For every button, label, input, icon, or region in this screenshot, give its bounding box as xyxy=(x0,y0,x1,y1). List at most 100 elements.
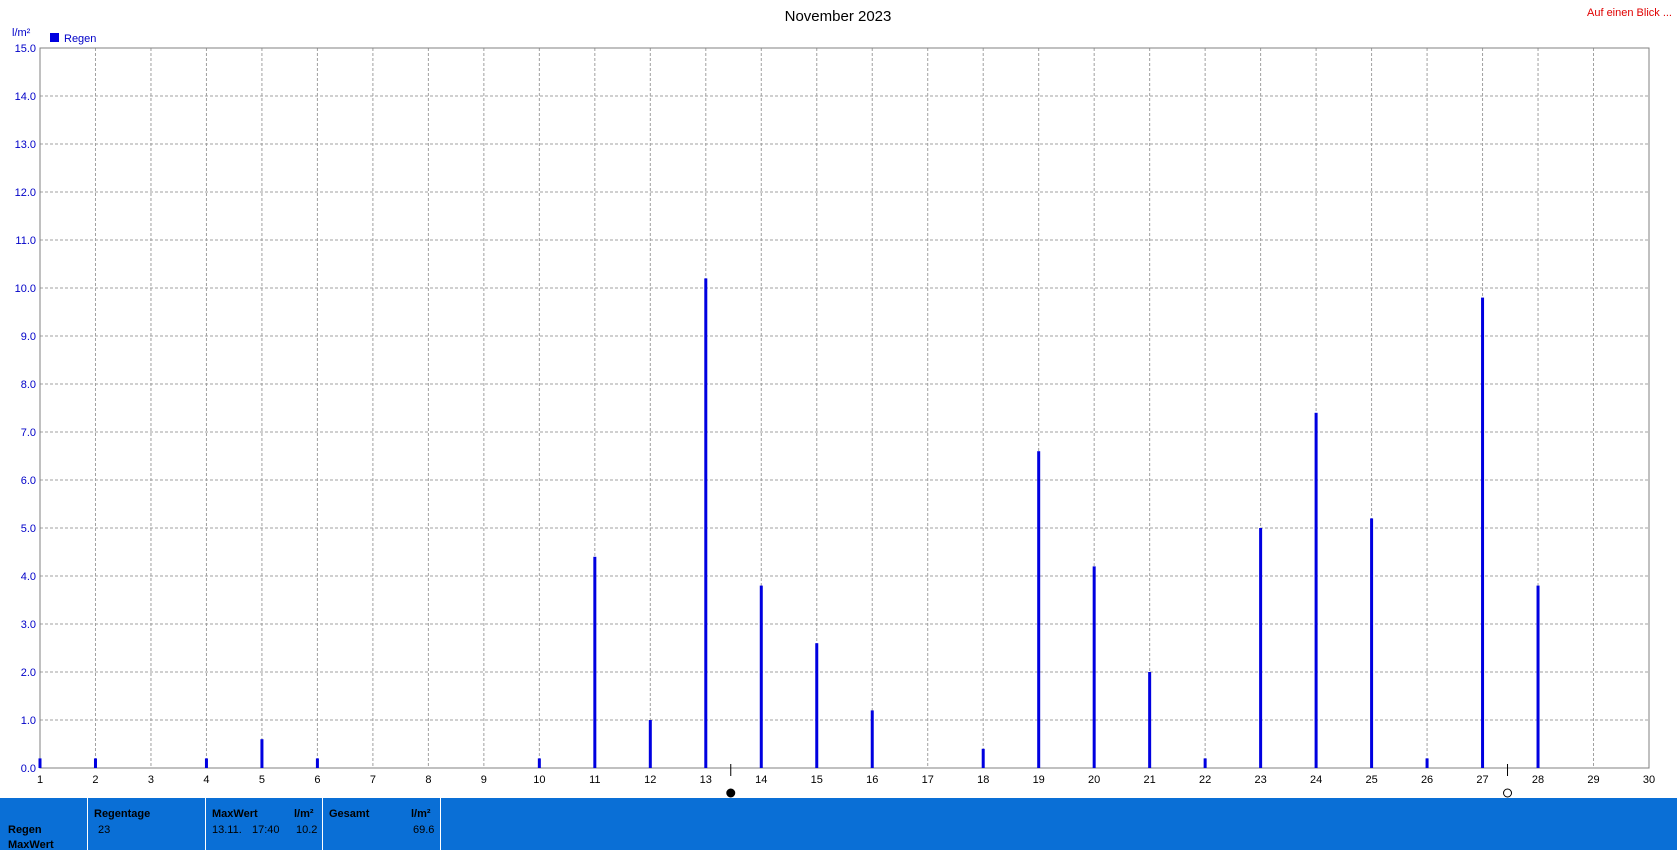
y-tick-label: 8.0 xyxy=(21,379,36,391)
maxwert-header: MaxWert xyxy=(212,808,258,820)
maxwert-unit: l/m² xyxy=(294,808,314,820)
y-tick-label: 14.0 xyxy=(15,91,36,103)
row-label-regen: Regen xyxy=(8,824,42,836)
x-tick-label: 2 xyxy=(92,774,98,786)
y-tick-label: 13.0 xyxy=(15,139,36,151)
x-tick-label: 18 xyxy=(977,774,989,786)
gesamt-header: Gesamt xyxy=(329,808,370,820)
bar-day-13 xyxy=(704,278,708,768)
gesamt-unit: l/m² xyxy=(411,808,431,820)
x-tick-label: 11 xyxy=(589,774,600,786)
x-tick-label: 17 xyxy=(922,774,934,786)
row-label-maxwert: MaxWert xyxy=(8,839,54,851)
x-tick-label: 27 xyxy=(1476,774,1488,786)
bar-day-20 xyxy=(1092,566,1096,768)
x-tick-label: 21 xyxy=(1144,774,1156,786)
bar-day-6 xyxy=(315,758,319,768)
x-tick-label: 24 xyxy=(1310,774,1322,786)
x-axis: 1 2 3 4 5 6 7 8 9 10 11 12 13 14 15 16 17 18 19 20 21 22 23 24 2… xyxy=(37,774,1655,786)
bar-day-1 xyxy=(38,758,42,768)
y-tick-label: 2.0 xyxy=(21,667,36,679)
y-tick-label: 4.0 xyxy=(21,571,36,583)
bar-day-23 xyxy=(1259,528,1263,768)
x-tick-label: 20 xyxy=(1088,774,1100,786)
summary-bar: Regen MaxWert Regentage 23 MaxWert l/m² … xyxy=(0,798,1677,851)
rain-chart: November 2023 Auf einen Blick ... l/m² R… xyxy=(12,7,1672,798)
gesamt-cell: Gesamt l/m² 69.6 xyxy=(323,798,441,850)
moon-markers xyxy=(726,764,1513,798)
row-label-cell: Regen MaxWert xyxy=(0,798,88,851)
x-tick-label: 8 xyxy=(425,774,431,786)
x-tick-label: 16 xyxy=(866,774,878,786)
full-moon-icon xyxy=(726,788,736,798)
x-tick-label: 1 xyxy=(37,774,43,786)
bar-day-24 xyxy=(1314,412,1318,768)
x-tick-label: 28 xyxy=(1532,774,1544,786)
maxwert-value: 10.2 xyxy=(296,824,318,836)
bar-day-10 xyxy=(537,758,541,768)
legend-label-regen: Regen xyxy=(64,33,96,45)
regentage-value: 23 xyxy=(98,824,111,836)
overview-link[interactable]: Auf einen Blick ... xyxy=(1587,7,1672,19)
bar-day-27 xyxy=(1481,297,1485,768)
bar-day-21 xyxy=(1148,672,1152,768)
y-axis: 0.0 1.0 2.0 3.0 4.0 5.0 6.0 7.0 8.0 9.0 10.0 11.0 12… xyxy=(15,43,36,775)
x-tick-label: 29 xyxy=(1587,774,1599,786)
bar-day-22 xyxy=(1203,758,1207,768)
bar-day-5 xyxy=(260,739,264,768)
y-axis-unit: l/m² xyxy=(12,27,31,39)
x-tick-label: 26 xyxy=(1421,774,1433,786)
bar-day-4 xyxy=(204,758,208,768)
x-tick-label: 3 xyxy=(148,774,154,786)
y-tick-label: 0.0 xyxy=(21,763,36,775)
y-tick-label: 7.0 xyxy=(21,427,36,439)
bar-day-26 xyxy=(1425,758,1429,768)
bar-day-19 xyxy=(1037,451,1041,768)
bar-day-14 xyxy=(759,585,763,768)
x-tick-label: 13 xyxy=(700,774,712,786)
x-tick-label: 19 xyxy=(1033,774,1045,786)
y-tick-label: 5.0 xyxy=(21,523,36,535)
bar-day-18 xyxy=(981,748,985,768)
bar-day-2 xyxy=(93,758,97,768)
y-tick-label: 3.0 xyxy=(21,619,36,631)
maxwert-date: 13.11. xyxy=(212,824,242,836)
plot-frame xyxy=(39,47,1650,769)
gesamt-value: 69.6 xyxy=(413,824,435,836)
x-tick-label: 6 xyxy=(314,774,320,786)
x-tick-label: 23 xyxy=(1254,774,1266,786)
maxwert-time: 17:40 xyxy=(252,824,280,836)
maxwert-cell: MaxWert l/m² 13.11. 17:40 10.2 xyxy=(206,798,323,850)
x-tick-label: 4 xyxy=(203,774,209,786)
bars xyxy=(38,278,1540,768)
bar-day-25 xyxy=(1370,518,1374,768)
x-tick-label: 30 xyxy=(1643,774,1655,786)
y-tick-label: 10.0 xyxy=(15,283,36,295)
bar-day-15 xyxy=(815,643,819,768)
x-tick-label: 15 xyxy=(811,774,823,786)
x-tick-label: 22 xyxy=(1199,774,1211,786)
y-tick-label: 9.0 xyxy=(21,331,36,343)
grid xyxy=(40,48,1649,768)
x-tick-label: 12 xyxy=(644,774,656,786)
new-moon-icon xyxy=(1503,788,1513,798)
bar-day-11 xyxy=(593,556,597,768)
y-tick-label: 1.0 xyxy=(21,715,36,727)
y-tick-label: 6.0 xyxy=(21,475,36,487)
x-tick-label: 9 xyxy=(481,774,487,786)
legend-swatch-regen xyxy=(50,33,59,42)
bar-day-12 xyxy=(648,720,652,768)
regentage-header: Regentage xyxy=(94,808,151,820)
y-tick-label: 12.0 xyxy=(15,187,36,199)
x-tick-label: 10 xyxy=(533,774,545,786)
x-tick-label: 7 xyxy=(370,774,376,786)
x-tick-label: 14 xyxy=(755,774,767,786)
x-tick-label: 25 xyxy=(1365,774,1377,786)
bar-day-16 xyxy=(870,710,874,768)
chart-title: November 2023 xyxy=(785,8,892,25)
x-tick-label: 5 xyxy=(259,774,265,786)
bar-day-28 xyxy=(1536,585,1540,768)
y-tick-label: 15.0 xyxy=(15,43,36,55)
regentage-cell: Regentage 23 xyxy=(88,798,206,850)
y-tick-label: 11.0 xyxy=(15,235,36,247)
